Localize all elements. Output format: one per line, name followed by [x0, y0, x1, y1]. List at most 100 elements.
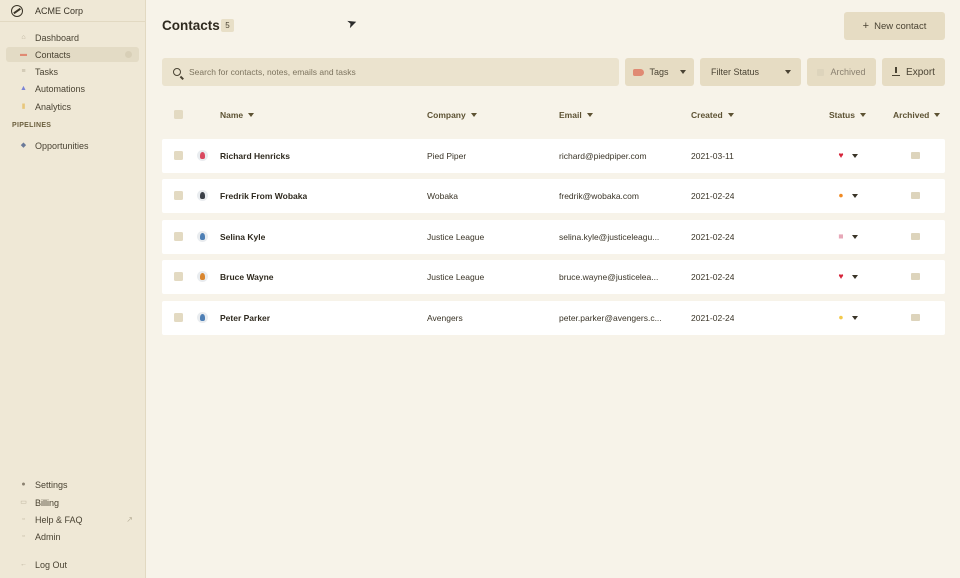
sidebar-item-analytics[interactable]: ▮ Analytics	[6, 99, 139, 114]
sidebar-item-contacts[interactable]: ▬ Contacts	[6, 47, 139, 62]
credit-card-icon: ▭	[20, 498, 27, 506]
settings-dot-icon[interactable]	[125, 51, 132, 58]
home-icon: ⌂	[21, 33, 26, 41]
tags-dropdown[interactable]: Tags	[625, 58, 694, 86]
shield-icon: ▫	[22, 532, 25, 540]
archived-label: Archived	[830, 67, 866, 77]
logout-icon: ←	[20, 560, 27, 568]
row-checkbox[interactable]	[174, 272, 183, 281]
contact-card-icon: ▬	[20, 50, 27, 58]
status-dropdown[interactable]: ●	[836, 191, 858, 200]
filter-status-dropdown[interactable]: Filter Status	[700, 58, 801, 86]
status-dropdown[interactable]: ♥	[836, 272, 858, 281]
contact-name[interactable]: Bruce Wayne	[220, 272, 274, 282]
archive-box-icon[interactable]	[911, 273, 920, 280]
sidebar-item-dashboard[interactable]: ⌂ Dashboard	[6, 30, 139, 45]
chevron-down-icon	[679, 70, 686, 74]
table-row[interactable]: Fredrik From Wobaka Wobaka fredrik@wobak…	[162, 179, 945, 213]
archived-checkbox[interactable]	[817, 68, 825, 76]
contact-name[interactable]: Richard Henricks	[220, 151, 290, 161]
avatar-figure	[200, 192, 205, 199]
row-checkbox[interactable]	[174, 151, 183, 160]
sidebar-item-logout[interactable]: ← Log Out	[6, 557, 139, 572]
archived-toggle[interactable]: Archived	[807, 58, 876, 86]
sidebar-item-opportunities[interactable]: ◆ Opportunities	[6, 138, 139, 153]
contact-avatar-icon	[197, 271, 208, 282]
new-contact-button[interactable]: + New contact	[844, 12, 945, 40]
chevron-down-icon	[852, 193, 858, 198]
archive-box-icon[interactable]	[911, 314, 920, 321]
sidebar-item-tasks[interactable]: ≡ Tasks	[6, 64, 139, 79]
new-contact-label: New contact	[874, 20, 927, 32]
table-row[interactable]: Peter Parker Avengers peter.parker@aveng…	[162, 301, 945, 335]
sort-caret-icon	[586, 113, 593, 117]
avatar-figure	[200, 233, 205, 240]
column-header-email[interactable]: Email	[559, 110, 593, 120]
contact-email: fredrik@wobaka.com	[559, 191, 639, 201]
table-row[interactable]: Bruce Wayne Justice League bruce.wayne@j…	[162, 260, 945, 294]
flag-icon: ■	[838, 231, 844, 241]
archive-box-icon[interactable]	[911, 233, 920, 240]
contact-email: bruce.wayne@justicelea...	[559, 272, 659, 282]
contact-company: Wobaka	[427, 191, 459, 201]
sidebar-item-label: Billing	[35, 497, 60, 508]
column-header-company[interactable]: Company	[427, 110, 477, 120]
contact-avatar-icon	[197, 231, 208, 242]
sidebar-item-label: Opportunities	[35, 140, 89, 151]
brand-header[interactable]: ACME Corp	[0, 0, 145, 22]
search-bar[interactable]	[162, 58, 619, 86]
table-row[interactable]: Selina Kyle Justice League selina.kyle@j…	[162, 220, 945, 254]
column-header-status[interactable]: Status	[829, 110, 866, 120]
sidebar-item-billing[interactable]: ▭ Billing	[6, 495, 139, 510]
sidebar-item-label: Log Out	[35, 559, 68, 570]
lightning-icon: ▲	[20, 84, 27, 92]
status-dropdown[interactable]: ●	[836, 313, 858, 322]
contact-email: richard@piedpiper.com	[559, 151, 647, 161]
contact-name[interactable]: Fredrik From Wobaka	[220, 191, 307, 201]
contact-created: 2021-03-11	[691, 151, 734, 161]
sidebar-item-label: Help & FAQ	[35, 514, 83, 525]
contact-email: peter.parker@avengers.c...	[559, 313, 662, 323]
export-label: Export	[906, 66, 935, 78]
table-header: Name Company Email Created Status Archiv…	[162, 106, 945, 124]
archive-box-icon[interactable]	[911, 192, 920, 199]
export-button[interactable]: Export	[882, 58, 945, 86]
contact-email: selina.kyle@justiceleagu...	[559, 232, 660, 242]
search-icon	[173, 68, 181, 76]
avatar-figure	[200, 152, 205, 159]
sidebar-item-label: Analytics	[35, 101, 72, 112]
sort-caret-icon	[727, 113, 734, 117]
pipelines-section-label: PIPELINES	[12, 122, 52, 129]
mouse-cursor-icon: ➤	[344, 14, 360, 32]
sidebar-item-help[interactable]: ▫ Help & FAQ ↗	[6, 512, 139, 527]
chevron-down-icon	[852, 274, 858, 279]
tags-label: Tags	[649, 67, 669, 77]
tag-icon	[633, 68, 645, 76]
table-row[interactable]: Richard Henricks Pied Piper richard@pied…	[162, 139, 945, 173]
search-input[interactable]	[189, 67, 589, 77]
sidebar-item-settings[interactable]: ● Settings	[6, 477, 139, 492]
row-checkbox[interactable]	[174, 232, 183, 241]
wave-icon: ●	[838, 312, 844, 322]
status-dropdown[interactable]: ■	[836, 232, 858, 241]
filter-status-label: Filter Status	[711, 67, 760, 77]
sidebar-item-automations[interactable]: ▲ Automations	[6, 81, 139, 96]
contact-avatar-icon	[197, 150, 208, 161]
main-content: Contacts 5 ➤ + New contact Tags Filter S…	[146, 0, 960, 578]
sidebar-item-admin[interactable]: ▫ Admin	[6, 529, 139, 544]
row-checkbox[interactable]	[174, 191, 183, 200]
contact-name[interactable]: Peter Parker	[220, 313, 270, 323]
page-title: Contacts	[162, 18, 220, 33]
column-header-name[interactable]: Name	[220, 110, 255, 120]
column-header-archived[interactable]: Archived	[893, 110, 941, 120]
column-header-created[interactable]: Created	[691, 110, 734, 120]
select-all-checkbox[interactable]	[174, 110, 183, 119]
archive-box-icon[interactable]	[911, 152, 920, 159]
contact-name[interactable]: Selina Kyle	[220, 232, 265, 242]
user-avatar-icon: ●	[21, 480, 26, 488]
chevron-down-icon	[852, 153, 858, 158]
status-dropdown[interactable]: ♥	[836, 151, 858, 160]
row-checkbox[interactable]	[174, 313, 183, 322]
avatar-figure	[200, 273, 205, 280]
plus-icon: +	[862, 20, 870, 32]
